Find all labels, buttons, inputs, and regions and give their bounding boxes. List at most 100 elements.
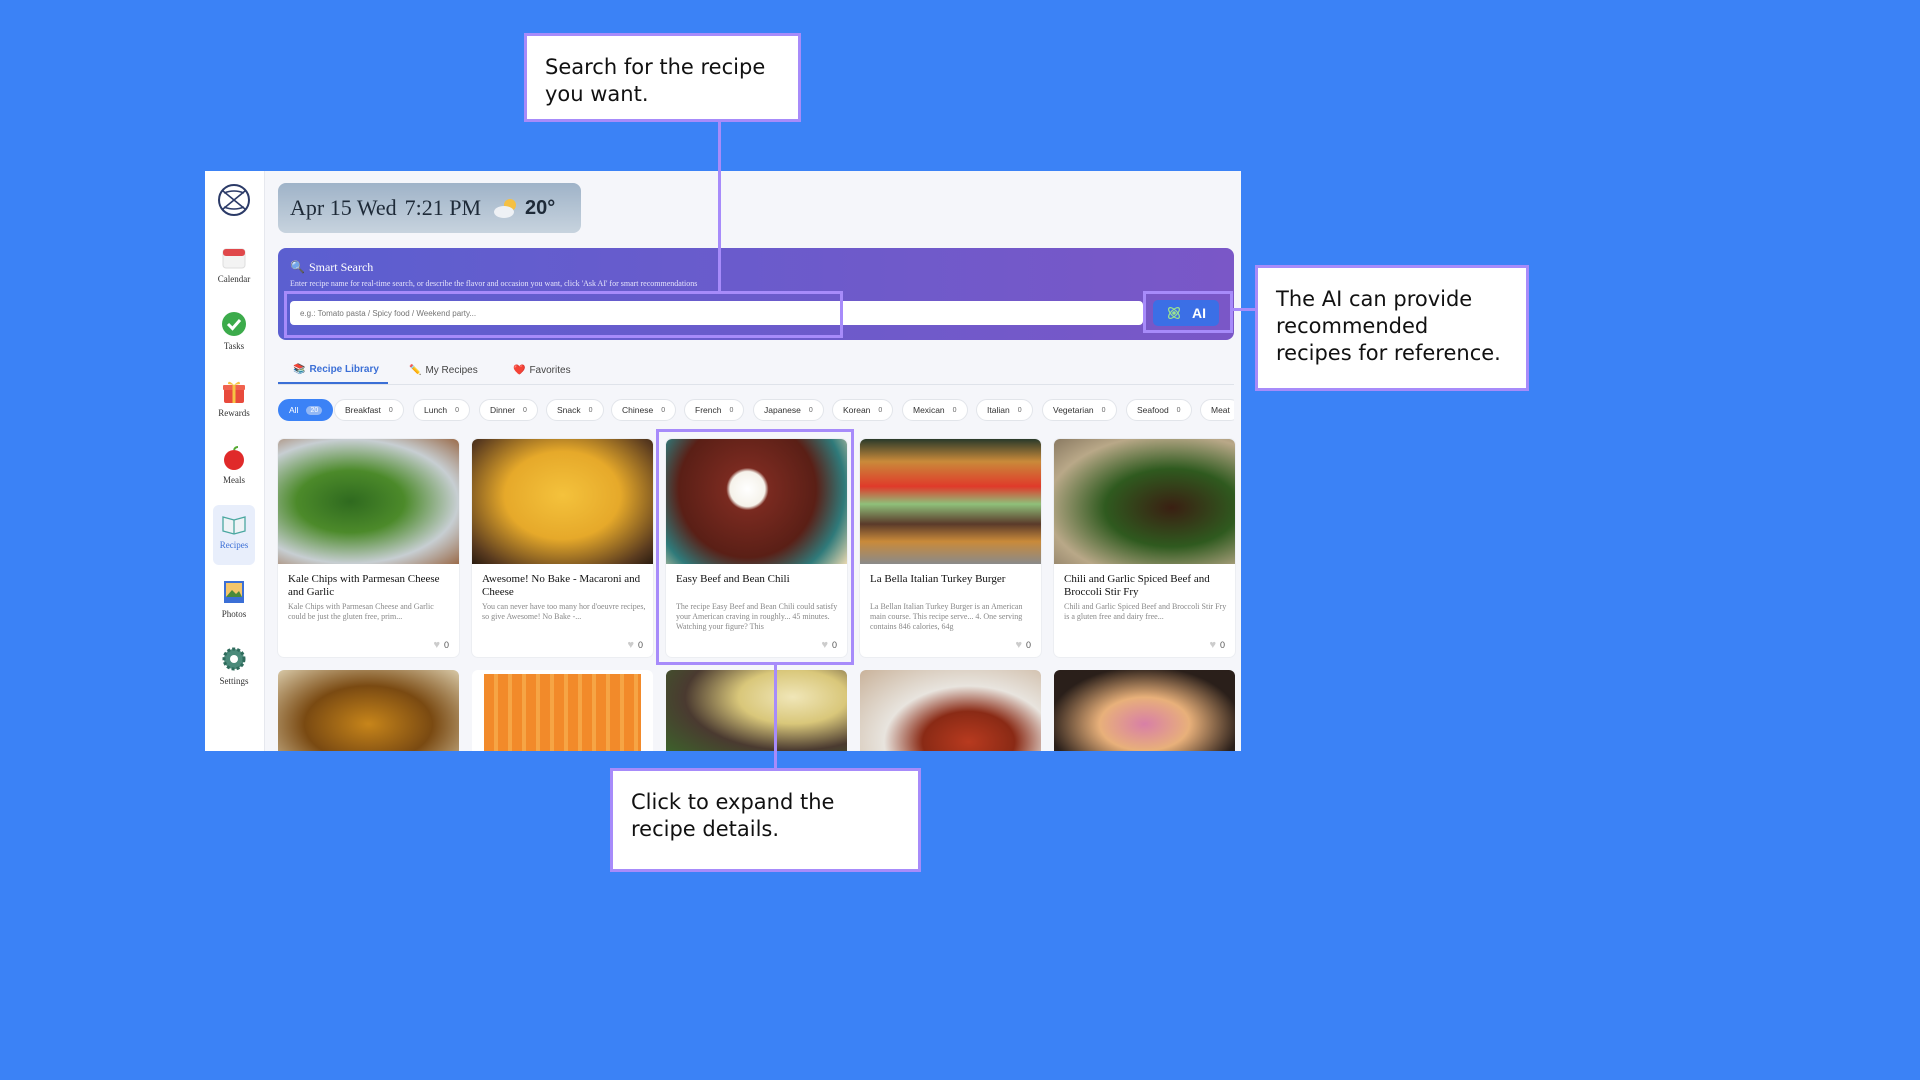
sidebar: Calendar Tasks Rewards Meals Recipes Pho… xyxy=(205,171,265,751)
like-counter[interactable]: ♥ 0 xyxy=(1209,639,1225,651)
like-counter[interactable]: ♥ 0 xyxy=(1015,639,1031,651)
chip-breakfast[interactable]: Breakfast 0 xyxy=(334,399,404,421)
date-weather-bar: Apr 15 Wed 7:21 PM 20° xyxy=(278,183,581,233)
tab-label: Recipe Library xyxy=(309,364,379,375)
like-counter[interactable]: ♥ 0 xyxy=(433,639,449,651)
sidebar-item-label: Calendar xyxy=(217,274,251,284)
calendar-icon xyxy=(222,248,246,269)
sidebar-item-label: Recipes xyxy=(219,540,249,550)
chip-count: 0 xyxy=(808,406,813,414)
recipe-description: La Bellan Italian Turkey Burger is an Am… xyxy=(870,602,1023,631)
sidebar-item-settings[interactable]: Settings xyxy=(213,641,255,697)
chip-meat[interactable]: Meat xyxy=(1200,399,1234,421)
recipe-title: Chili and Garlic Spiced Beef and Broccol… xyxy=(1064,573,1210,598)
chip-count: 0 xyxy=(1176,406,1181,414)
chip-label: Meat xyxy=(1211,405,1230,415)
recipe-title: La Bella Italian Turkey Burger xyxy=(870,573,1006,585)
heart-icon: ♥ xyxy=(627,639,634,651)
chip-seafood[interactable]: Seafood 0 xyxy=(1126,399,1192,421)
book-icon xyxy=(222,516,246,535)
time-text: 7:21 PM xyxy=(404,195,482,220)
chip-label: Vegetarian xyxy=(1053,405,1094,415)
callout-search: Search for the recipe you want. xyxy=(524,33,801,122)
recipe-card-beef-broccoli[interactable]: Chili and Garlic Spiced Beef and Broccol… xyxy=(1054,439,1235,657)
chip-snack[interactable]: Snack 0 xyxy=(546,399,604,421)
chip-label: Seafood xyxy=(1137,405,1169,415)
chip-korean[interactable]: Korean 0 xyxy=(832,399,894,421)
photo-icon xyxy=(224,581,244,603)
chip-dinner[interactable]: Dinner 0 xyxy=(479,399,538,421)
chip-mexican[interactable]: Mexican 0 xyxy=(902,399,968,421)
sidebar-item-recipes[interactable]: Recipes xyxy=(213,505,255,565)
smart-search-hint: Enter recipe name for real-time search, … xyxy=(290,279,698,288)
chip-count: 0 xyxy=(952,406,957,414)
sidebar-item-label: Meals xyxy=(223,475,245,485)
sidebar-item-meals[interactable]: Meals xyxy=(213,440,255,496)
recipe-description: Chili and Garlic Spiced Beef and Broccol… xyxy=(1064,602,1227,621)
chip-count: 0 xyxy=(729,406,734,414)
pencil-icon: ✏️ xyxy=(409,365,422,376)
check-icon xyxy=(222,312,246,336)
callout-expand: Click to expand the recipe details. xyxy=(610,768,921,872)
gift-icon xyxy=(223,381,245,403)
chip-japanese[interactable]: Japanese 0 xyxy=(753,399,824,421)
smart-search-title-text: Smart Search xyxy=(308,260,374,274)
tab-favorites[interactable]: ❤️ Favorites xyxy=(513,357,571,384)
like-count: 0 xyxy=(1219,640,1225,650)
connector-line xyxy=(718,121,721,291)
chip-count: 0 xyxy=(661,406,666,414)
recipe-card-turkey-burger[interactable]: La Bella Italian Turkey Burger La Bellan… xyxy=(860,439,1041,657)
chip-label: Chinese xyxy=(622,405,654,415)
like-counter[interactable]: ♥ 0 xyxy=(627,639,643,651)
chip-chinese[interactable]: Chinese 0 xyxy=(611,399,677,421)
chip-count: 0 xyxy=(1101,406,1106,414)
recipe-photo xyxy=(1054,439,1235,564)
partly-cloudy-icon xyxy=(494,199,517,218)
recipe-tabs: 📚 Recipe Library ✏️ My Recipes ❤️ Favori… xyxy=(278,357,1234,385)
sidebar-item-rewards[interactable]: Rewards xyxy=(213,373,255,429)
recipe-card-kale-chips[interactable]: Kale Chips with Parmesan Cheese and Garl… xyxy=(278,439,459,657)
tab-my-recipes[interactable]: ✏️ My Recipes xyxy=(409,357,478,384)
search-icon: 🔍 xyxy=(290,260,305,274)
recipe-card-row2-5[interactable] xyxy=(1054,670,1235,751)
chip-all[interactable]: All 20 xyxy=(278,399,334,421)
heart-icon: ♥ xyxy=(433,639,440,651)
chip-italian[interactable]: Italian 0 xyxy=(976,399,1033,421)
sidebar-item-label: Photos xyxy=(221,609,247,619)
recipe-card-macaroni[interactable]: Awesome! No Bake - Macaroni and Cheese Y… xyxy=(472,439,653,657)
chip-count: 0 xyxy=(1017,406,1022,414)
recipe-card-row2-1[interactable] xyxy=(278,670,459,751)
chip-label: Snack xyxy=(557,405,581,415)
gear-icon xyxy=(222,647,246,671)
books-icon: 📚 xyxy=(293,364,306,375)
like-count: 0 xyxy=(637,640,643,650)
recipe-photo xyxy=(278,439,459,564)
recipe-card-row2-4[interactable] xyxy=(860,670,1041,751)
recipe-description: Kale Chips with Parmesan Cheese and Garl… xyxy=(288,602,434,621)
like-count: 0 xyxy=(443,640,449,650)
chip-label: Breakfast xyxy=(345,405,381,415)
sidebar-item-calendar[interactable]: Calendar xyxy=(213,239,255,295)
recipe-card-row2-3[interactable] xyxy=(666,670,847,751)
chip-label: Japanese xyxy=(764,405,801,415)
apple-icon xyxy=(224,446,244,470)
recipe-photo xyxy=(472,439,653,564)
chip-lunch[interactable]: Lunch 0 xyxy=(413,399,471,421)
tab-recipe-library[interactable]: 📚 Recipe Library xyxy=(278,357,388,384)
chip-french[interactable]: French 0 xyxy=(684,399,745,421)
recipe-photo xyxy=(484,674,641,751)
recipe-card-row2-2[interactable] xyxy=(472,670,653,751)
smart-search-title: 🔍 Smart Search xyxy=(290,260,373,275)
tab-label: My Recipes xyxy=(425,365,478,376)
tab-label: Favorites xyxy=(529,365,571,376)
chip-label: French xyxy=(695,405,722,415)
sidebar-item-tasks[interactable]: Tasks xyxy=(213,306,255,362)
temperature-text: 20° xyxy=(525,196,556,219)
recipe-title: Kale Chips with Parmesan Cheese and Garl… xyxy=(288,573,440,598)
sidebar-item-photos[interactable]: Photos xyxy=(213,574,255,630)
sidebar-item-label: Rewards xyxy=(218,408,250,418)
chip-vegetarian[interactable]: Vegetarian 0 xyxy=(1042,399,1117,421)
chip-count: 0 xyxy=(388,406,393,414)
sidebar-item-label: Tasks xyxy=(223,341,245,351)
app-logo-icon[interactable] xyxy=(217,183,251,217)
